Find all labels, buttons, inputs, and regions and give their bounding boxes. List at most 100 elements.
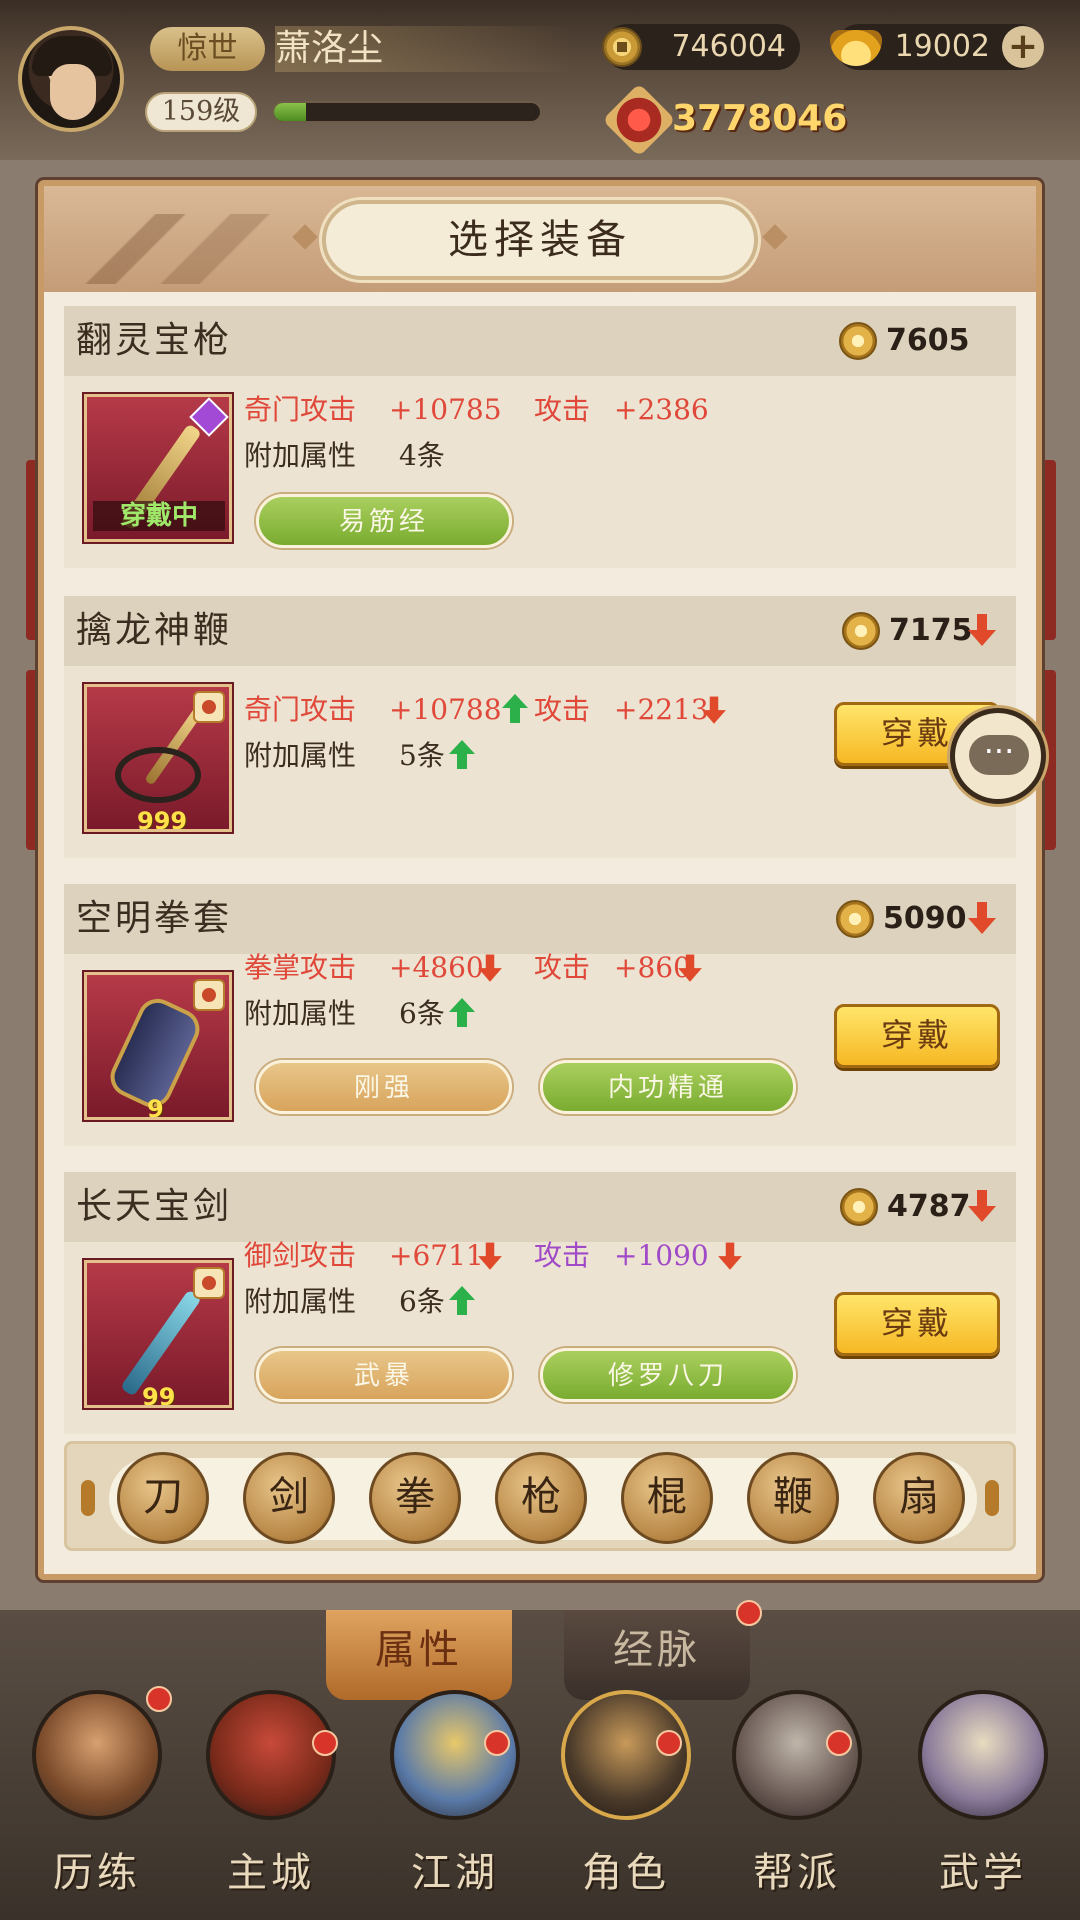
power-icon	[842, 612, 880, 650]
power-down-arrow-icon	[968, 614, 996, 648]
stat2-label: 攻击	[534, 1239, 591, 1272]
notification-dot	[146, 1686, 172, 1712]
stat1-label: 御剑攻击	[244, 1239, 357, 1272]
equipment-name: 翻灵宝枪	[76, 320, 233, 361]
stat2-label: 攻击	[534, 951, 591, 984]
panel-header: 选择装备	[44, 186, 1036, 292]
extra-attr-label: 附加属性	[244, 739, 357, 772]
coin-icon	[602, 27, 642, 67]
skill-tag[interactable]: 易筋经	[256, 494, 512, 548]
stat-line-primary: 奇门攻击 +10785 攻击 +2386	[244, 390, 784, 430]
stat2-value: +2213	[614, 693, 709, 726]
scroll-icon	[918, 1690, 1048, 1820]
bar-end-ornament	[81, 1480, 95, 1516]
equipment-power: 4787	[887, 1189, 971, 1224]
nav-training[interactable]: 历练	[22, 1690, 172, 1910]
extra-attr-count: 4条	[399, 439, 445, 472]
category-spear-button[interactable]: 枪	[495, 1452, 587, 1544]
player-avatar[interactable]	[18, 26, 124, 132]
nav-jianghu[interactable]: 江湖	[380, 1690, 530, 1910]
stat1-label: 奇门攻击	[244, 393, 357, 426]
stat-up-arrow-icon	[449, 998, 475, 1028]
equipment-item-slot[interactable]: 999	[84, 684, 232, 832]
equipment-item-slot[interactable]: 99	[84, 1260, 232, 1408]
wear-button[interactable]: 穿戴	[834, 1292, 1000, 1356]
skill-tag[interactable]: 内功精通	[540, 1060, 796, 1114]
equipment-item-slot[interactable]: 9	[84, 972, 232, 1120]
extra-attr-count: 6条	[399, 1285, 445, 1318]
equipment-card[interactable]: 长天宝剑 4787 99 御剑攻击 +6711 攻击 +1090 附加属性 6条	[64, 1172, 1016, 1434]
main-city-icon	[206, 1690, 336, 1820]
category-blade-button[interactable]: 刀	[117, 1452, 209, 1544]
avatar-face	[50, 64, 96, 120]
nav-martial-arts[interactable]: 武学	[908, 1690, 1058, 1910]
skill-tag[interactable]: 修罗八刀	[540, 1348, 796, 1402]
equipment-power: 7175	[889, 613, 973, 648]
combat-power-icon	[602, 83, 676, 157]
stat1-label: 拳掌攻击	[244, 951, 357, 984]
stat2-value: +2386	[614, 393, 709, 426]
stack-count: 999	[137, 807, 188, 832]
player-title-badge: 惊世	[150, 27, 265, 71]
category-sword-button[interactable]: 剑	[243, 1452, 335, 1544]
stack-count: 9	[147, 1095, 164, 1120]
category-whip-button[interactable]: 鞭	[747, 1452, 839, 1544]
stat2-label: 攻击	[534, 393, 591, 426]
coin-amount: 746004	[671, 29, 786, 64]
ingot-amount: 19002	[894, 29, 990, 64]
weapon-category-bar: 刀 剑 拳 枪 棍 鞭 扇	[64, 1441, 1016, 1551]
nav-label: 江湖	[411, 1850, 499, 1896]
stat2-label: 攻击	[534, 693, 591, 726]
panel-title: 选择装备	[322, 200, 758, 280]
stat-line-primary: 拳掌攻击 +4860 攻击 +860	[244, 948, 784, 988]
stat-line-primary: 奇门攻击 +10788 攻击 +2213	[244, 690, 784, 730]
rank-badge-icon	[193, 979, 225, 1011]
stat1-value: +10785	[389, 393, 502, 426]
equipment-card[interactable]: 擒龙神鞭 7175 999 奇门攻击 +10788 攻击 +2213 附加属性	[64, 596, 1016, 858]
extra-attr-label: 附加属性	[244, 997, 357, 1030]
exp-bar-fill	[274, 103, 306, 121]
training-icon	[32, 1690, 162, 1820]
equipment-card[interactable]: 翻灵宝枪 7605 穿戴中 奇门攻击 +10785 攻击 +2386 附加属性 …	[64, 306, 1016, 568]
tab-attributes[interactable]: 属性	[326, 1610, 512, 1700]
nav-label: 帮派	[753, 1850, 841, 1896]
power-icon	[840, 1188, 878, 1226]
nav-main-city[interactable]: 主城	[196, 1690, 346, 1910]
stat-down-arrow-icon	[678, 954, 702, 984]
wear-button[interactable]: 穿戴	[834, 1004, 1000, 1068]
player-name: 萧洛尘	[275, 26, 575, 72]
nav-character[interactable]: 角色	[551, 1690, 701, 1910]
chat-bubble-icon[interactable]	[950, 708, 1046, 804]
bar-end-ornament	[985, 1480, 999, 1516]
equipment-name: 空明拳套	[76, 898, 233, 939]
stat-up-arrow-icon	[449, 1286, 475, 1316]
equipment-card[interactable]: 空明拳套 5090 9 拳掌攻击 +4860 攻击 +860 附加属性 6条 刚…	[64, 884, 1016, 1146]
stat-line-extra: 附加属性 4条	[244, 436, 544, 476]
tab-meridians[interactable]: 经脉	[564, 1610, 750, 1700]
exp-bar	[272, 101, 542, 123]
card-header: 长天宝剑 4787	[64, 1172, 1016, 1242]
nav-label: 武学	[939, 1850, 1027, 1896]
extra-attr-label: 附加属性	[244, 1285, 357, 1318]
power-down-arrow-icon	[968, 902, 996, 936]
extra-attr-count: 6条	[399, 997, 445, 1030]
extra-attr-count: 5条	[399, 739, 445, 772]
stat-line-extra: 附加属性 6条	[244, 1282, 544, 1322]
stat-down-arrow-icon	[478, 1242, 502, 1272]
category-fist-button[interactable]: 拳	[369, 1452, 461, 1544]
stat-line-primary: 御剑攻击 +6711 攻击 +1090	[244, 1236, 784, 1276]
equipment-power: 5090	[883, 901, 967, 936]
stat-up-arrow-icon	[502, 694, 528, 724]
stat-line-extra: 附加属性 6条	[244, 994, 544, 1034]
nav-guild[interactable]: 帮派	[722, 1690, 872, 1910]
combat-power-value: 3778046	[672, 98, 848, 139]
skill-tag[interactable]: 武暴	[256, 1348, 512, 1402]
skill-tag[interactable]: 刚强	[256, 1060, 512, 1114]
category-staff-button[interactable]: 棍	[621, 1452, 713, 1544]
add-ingot-button[interactable]: +	[1002, 26, 1044, 68]
power-down-arrow-icon	[968, 1190, 996, 1224]
category-fan-button[interactable]: 扇	[873, 1452, 965, 1544]
rank-badge-icon	[193, 1267, 225, 1299]
equipment-item-slot[interactable]: 穿戴中	[84, 394, 232, 542]
side-decoration	[1040, 460, 1056, 640]
